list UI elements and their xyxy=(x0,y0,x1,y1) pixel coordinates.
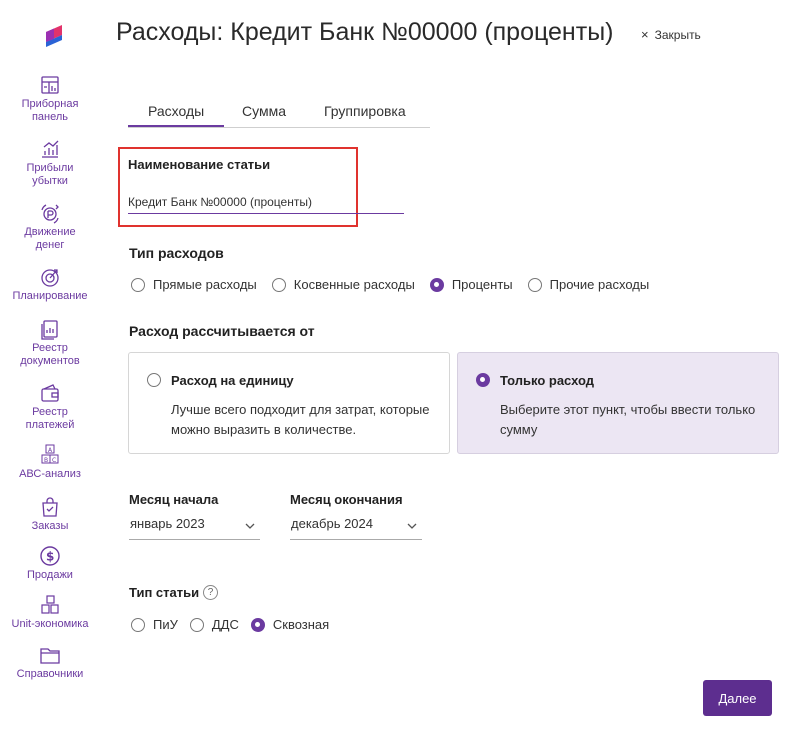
dollar-icon: $ xyxy=(40,546,60,566)
article-name-input[interactable] xyxy=(128,190,404,214)
cubes-icon xyxy=(41,595,59,614)
sidebar-item-label: Движение денег xyxy=(24,226,76,251)
radio-label: Проценты xyxy=(451,277,513,292)
sidebar-item-documents[interactable]: Реестр документов xyxy=(0,318,100,368)
radio-label: Сквозная xyxy=(272,617,330,632)
radio-end-to-end[interactable]: Сквозная xyxy=(250,617,330,632)
active-tab-indicator xyxy=(128,125,224,127)
radio-other-expenses[interactable]: Прочие расходы xyxy=(527,277,650,292)
radio-circle[interactable] xyxy=(147,373,161,387)
radio-label: ПиУ xyxy=(153,617,178,632)
folder-icon xyxy=(40,648,60,664)
tab-amount[interactable]: Сумма xyxy=(242,103,286,119)
end-month-value: декабрь 2024 xyxy=(291,516,373,531)
radio-circle-checked[interactable] xyxy=(429,277,444,292)
card-title: Расход на единицу xyxy=(171,373,294,388)
documents-icon xyxy=(41,320,58,340)
expense-type-label: Тип расходов xyxy=(129,245,224,261)
radio-label: Косвенные расходы xyxy=(293,277,415,292)
page-title: Расходы: Кредит Банк №00000 (проценты) xyxy=(116,18,614,46)
tab-expenses[interactable]: Расходы xyxy=(148,103,204,119)
money-flow-icon xyxy=(41,204,59,224)
sidebar-item-label: Заказы xyxy=(31,520,69,532)
expense-type-group: Прямые расходы Косвенные расходы Процент… xyxy=(131,277,664,292)
tab-bar: Расходы Сумма Группировка xyxy=(128,96,430,128)
wallet-icon xyxy=(41,384,59,402)
chart-bars-icon xyxy=(42,140,59,158)
radio-indirect-expenses[interactable]: Косвенные расходы xyxy=(271,277,415,292)
radio-label: Прочие расходы xyxy=(549,277,650,292)
radio-label: Прямые расходы xyxy=(153,277,257,292)
sidebar-item-label: Реестр платежей xyxy=(25,406,75,431)
radio-circle[interactable] xyxy=(131,277,145,292)
sidebar-item-payments[interactable]: Реестр платежей xyxy=(0,382,100,432)
chevron-down-icon xyxy=(245,523,255,529)
card-only-expense[interactable]: Только расход Выберите этот пункт, чтобы… xyxy=(457,352,779,454)
app-logo[interactable] xyxy=(42,22,64,50)
radio-cashflow[interactable]: ДДС xyxy=(189,617,239,632)
sidebar-item-label: Продажи xyxy=(27,569,73,581)
sidebar-item-sales[interactable]: $ Продажи xyxy=(0,545,100,582)
sidebar-item-profit-loss[interactable]: Прибыли убытки xyxy=(0,138,100,188)
start-month-label: Месяц начала xyxy=(129,492,219,507)
article-type-group: ПиУ ДДС Сквозная xyxy=(131,617,344,632)
sidebar-item-label: Справочники xyxy=(16,668,84,680)
card-title: Только расход xyxy=(500,373,595,388)
close-icon: × xyxy=(641,27,649,42)
radio-circle[interactable] xyxy=(527,277,542,292)
card-description: Выберите этот пункт, чтобы ввести только… xyxy=(500,402,756,437)
radio-interest[interactable]: Проценты xyxy=(429,277,513,292)
sidebar-item-references[interactable]: Справочники xyxy=(0,644,100,681)
sidebar-item-label: Реестр документов xyxy=(20,342,80,367)
radio-circle[interactable] xyxy=(271,277,286,292)
radio-circle[interactable] xyxy=(189,617,204,632)
close-button[interactable]: × Закрыть xyxy=(641,27,701,42)
sidebar-item-orders[interactable]: Заказы xyxy=(0,496,100,533)
sidebar-item-unit-economics[interactable]: Unit-экономика xyxy=(0,594,100,631)
svg-text:B: B xyxy=(44,457,48,464)
sidebar-item-cash-flow[interactable]: Движение денег xyxy=(0,202,100,252)
dashboard-icon xyxy=(41,76,59,94)
article-type-label: Тип статьи xyxy=(129,585,200,600)
card-description: Лучше всего подходит для затрат, которые… xyxy=(171,402,430,437)
start-month-select[interactable]: январь 2023 xyxy=(129,512,260,540)
sidebar-item-abc[interactable]: A B C АВС-анализ xyxy=(0,444,100,481)
sidebar-item-dashboard[interactable]: Приборная панель xyxy=(0,74,100,124)
start-month-value: январь 2023 xyxy=(130,516,205,531)
svg-text:C: C xyxy=(52,457,56,464)
next-button[interactable]: Далее xyxy=(703,680,772,716)
sidebar-item-label: Прибыли убытки xyxy=(26,162,74,187)
radio-direct-expenses[interactable]: Прямые расходы xyxy=(131,277,257,292)
radio-label: ДДС xyxy=(211,617,239,632)
bag-icon xyxy=(42,497,58,517)
help-icon[interactable]: ? xyxy=(203,585,218,600)
card-per-unit[interactable]: Расход на единицу Лучше всего подходит д… xyxy=(128,352,450,454)
calc-basis-label: Расход рассчитывается от xyxy=(129,323,315,339)
radio-circle[interactable] xyxy=(131,617,145,632)
sidebar-item-label: АВС-анализ xyxy=(19,468,81,480)
target-icon xyxy=(41,269,59,287)
article-name-label: Наименование статьи xyxy=(128,157,271,172)
radio-pnl[interactable]: ПиУ xyxy=(131,617,178,632)
sidebar: Приборная панель Прибыли убытки Движение… xyxy=(0,0,100,729)
chevron-down-icon xyxy=(407,523,417,529)
close-label: Закрыть xyxy=(654,27,701,42)
end-month-select[interactable]: декабрь 2024 xyxy=(290,512,422,540)
svg-text:$: $ xyxy=(46,550,54,564)
sidebar-item-planning[interactable]: Планирование xyxy=(0,266,100,303)
tab-grouping[interactable]: Группировка xyxy=(324,103,406,119)
abc-icon: A B C xyxy=(41,444,59,464)
radio-circle-checked[interactable] xyxy=(476,373,490,387)
end-month-label: Месяц окончания xyxy=(290,492,403,507)
radio-circle-checked[interactable] xyxy=(250,617,265,632)
sidebar-item-label: Планирование xyxy=(12,290,88,302)
sidebar-item-label: Unit-экономика xyxy=(11,618,89,630)
sidebar-item-label: Приборная панель xyxy=(21,98,79,123)
